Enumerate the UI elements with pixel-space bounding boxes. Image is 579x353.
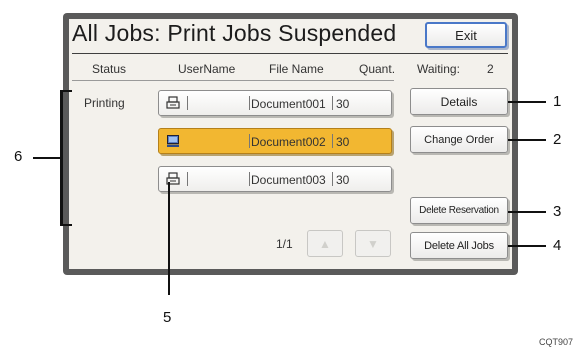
callout-1-leader — [508, 101, 546, 103]
waiting-count: 2 — [487, 62, 494, 76]
callout-5-leader — [168, 182, 170, 295]
scroll-down-button[interactable]: ▼ — [355, 230, 391, 257]
job-status-printing: Printing — [84, 96, 125, 110]
waiting-label: Waiting: — [417, 62, 460, 76]
column-separator — [187, 96, 188, 110]
callout-5: 5 — [163, 309, 172, 326]
scroll-up-button[interactable]: ▲ — [307, 230, 343, 257]
computer-icon — [167, 135, 179, 147]
page-indicator: 1/1 — [276, 237, 293, 251]
job-file-name: Document002 — [251, 135, 326, 149]
job-quantity: 30 — [336, 135, 350, 149]
callout-2-leader — [508, 139, 546, 141]
callout-4-leader — [508, 245, 546, 247]
screen-title: All Jobs: Print Jobs Suspended — [72, 20, 397, 46]
job-quantity: 30 — [336, 97, 350, 111]
callout-1: 1 — [553, 93, 562, 110]
callout-6-bracket-top — [60, 90, 72, 92]
job-row[interactable]: Document003 30 — [158, 166, 392, 192]
column-separator — [332, 172, 333, 186]
job-quantity: 30 — [336, 173, 350, 187]
callout-6-leader — [33, 157, 61, 159]
callout-6: 6 — [14, 148, 23, 165]
job-file-name: Document001 — [251, 97, 326, 111]
column-filename: File Name — [269, 62, 324, 76]
header-divider — [72, 80, 394, 81]
column-separator — [249, 134, 250, 148]
job-row[interactable]: Document001 30 — [158, 90, 392, 116]
delete-all-jobs-button[interactable]: Delete All Jobs — [410, 232, 508, 259]
change-order-button[interactable]: Change Order — [410, 126, 508, 153]
callout-3-leader — [508, 211, 546, 213]
job-row-selected[interactable]: Document002 30 — [158, 128, 392, 154]
column-quantity: Quant. — [359, 62, 396, 76]
printer-icon — [166, 96, 180, 109]
job-file-name: Document003 — [251, 173, 326, 187]
exit-button[interactable]: Exit — [425, 22, 507, 48]
column-separator — [249, 96, 250, 110]
callout-4: 4 — [553, 237, 562, 254]
callout-2: 2 — [553, 131, 562, 148]
column-status: Status — [92, 62, 127, 76]
column-separator — [249, 172, 250, 186]
title-divider — [72, 53, 508, 54]
column-separator — [187, 172, 188, 186]
callout-6-bracket-bottom — [60, 224, 72, 226]
column-username: UserName — [178, 62, 236, 76]
callout-3: 3 — [553, 203, 562, 220]
details-button[interactable]: Details — [410, 88, 508, 115]
delete-reservation-button[interactable]: Delete Reservation — [410, 197, 508, 224]
column-separator — [332, 96, 333, 110]
figure-code: CQT907 — [538, 337, 573, 347]
column-separator — [332, 134, 333, 148]
